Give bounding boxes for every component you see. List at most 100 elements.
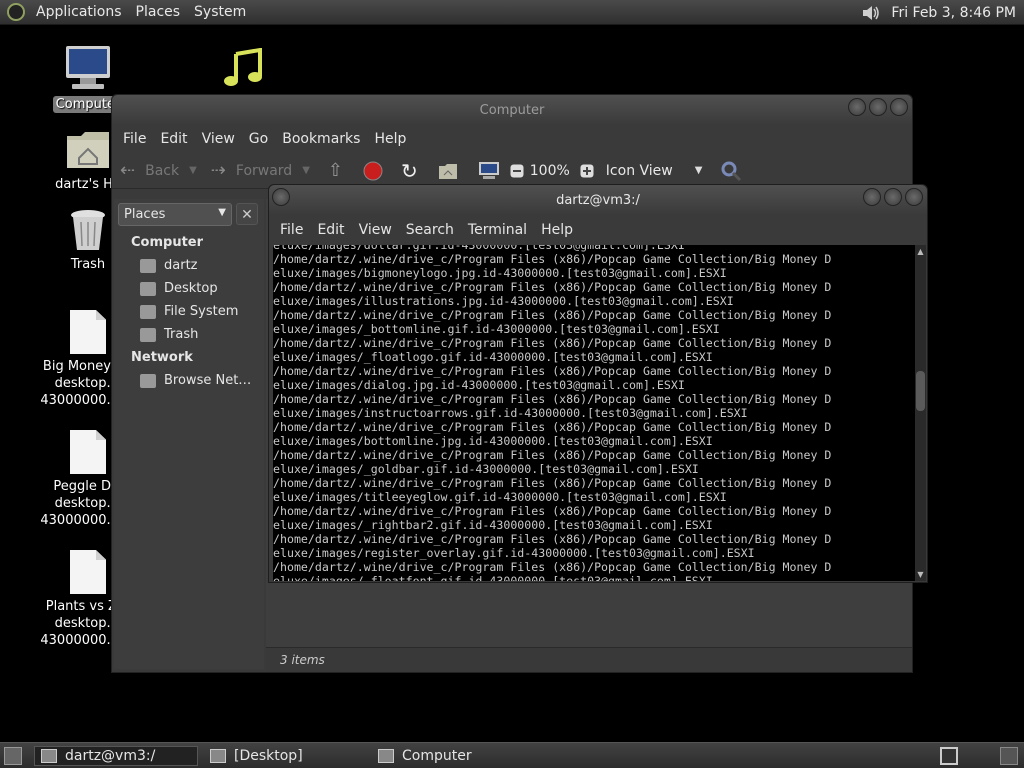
terminal-line: eluxe/images/_floatfont.gif.id-43000000.… [273,574,713,581]
desktop-icon [210,749,226,763]
view-mode-select[interactable]: Icon View ▼ [606,163,703,179]
task-terminal[interactable]: dartz@vm3:/ [34,746,198,766]
trash-applet-icon[interactable] [1000,747,1018,765]
forward-button[interactable]: ⇢ Forward ▼ [211,160,310,181]
terminal-line: /home/dartz/.wine/drive_c/Program Files … [273,392,832,406]
zoom-in-button[interactable] [580,164,594,178]
sidebar-item-browse-network[interactable]: Browse Net… [140,373,251,388]
trash-icon [140,327,156,342]
window-menu-button[interactable] [272,188,290,206]
chevron-down-icon[interactable]: ▼ [302,165,310,176]
terminal-line: eluxe/images/register_overlay.gif.id-430… [273,546,755,560]
window-title: dartz@vm3:/ [556,192,640,208]
music-note-icon[interactable] [222,48,266,90]
back-button[interactable]: ⇠ Back ▼ [120,160,197,181]
zoom-out-button[interactable] [510,164,524,178]
close-button[interactable] [890,98,908,116]
terminal-line: /home/dartz/.wine/drive_c/Program Files … [273,308,832,322]
clock[interactable]: Fri Feb 3, 8:46 PM [891,5,1020,21]
drive-icon [140,304,156,319]
search-button[interactable] [720,160,742,182]
chevron-down-icon[interactable]: ▼ [189,165,197,176]
show-desktop-icon[interactable] [4,747,22,765]
menu-file[interactable]: File [273,222,310,238]
terminal-line: /home/dartz/.wine/drive_c/Program Files … [273,504,832,518]
menu-bookmarks[interactable]: Bookmarks [275,131,367,147]
sidebar-item-label: Desktop [164,281,218,296]
file-manager-menubar: File Edit View Go Bookmarks Help [112,125,912,153]
sidebar-item-dartz[interactable]: dartz [140,258,197,273]
menu-view[interactable]: View [195,131,242,147]
minimize-button[interactable] [863,188,881,206]
menu-terminal[interactable]: Terminal [461,222,534,238]
terminal-line: eluxe/images/bigmoneylogo.jpg.id-4300000… [273,266,727,280]
places-sidebar: Places ▼ ✕ Computer dartz Desktop File S… [114,199,264,669]
scrollbar-thumb[interactable] [916,371,925,411]
terminal-lines: eluxe/images/dollar.gif.id-43000000.[tes… [273,245,915,581]
volume-icon[interactable] [861,4,881,22]
close-button[interactable] [905,188,923,206]
up-arrow-icon: ⇧ [327,160,343,181]
terminal-titlebar[interactable]: dartz@vm3:/ [269,185,927,215]
home-button[interactable] [438,162,458,180]
workspace-switcher-icon[interactable] [940,747,958,765]
chevron-down-icon: ▼ [694,165,703,176]
document-icon [70,310,106,354]
menu-help[interactable]: Help [534,222,580,238]
panel-right: Fri Feb 3, 8:46 PM [861,0,1020,25]
terminal-line: eluxe/images/illustrations.jpg.id-430000… [273,294,734,308]
stop-button[interactable] [363,161,383,181]
menu-file[interactable]: File [116,131,153,147]
task-desktop[interactable]: [Desktop] [204,746,368,766]
sidebar-item-label: File System [164,304,239,319]
terminal-line: /home/dartz/.wine/drive_c/Program Files … [273,336,832,350]
close-sidebar-button[interactable]: ✕ [236,203,258,225]
document-icon [70,430,106,474]
terminal-line: eluxe/images/titleeyeglow.gif.id-4300000… [273,490,727,504]
home-icon [438,163,457,179]
terminal-icon [41,749,57,763]
back-arrow-icon: ⇠ [120,160,136,181]
sidebar-item-trash[interactable]: Trash [140,327,198,342]
task-computer[interactable]: Computer [372,746,542,766]
applications-menu[interactable]: Applications [29,4,129,20]
menu-edit[interactable]: Edit [310,222,351,238]
view-mode-label: Icon View [605,162,673,179]
desktop-folder-icon [140,281,156,296]
terminal-line: /home/dartz/.wine/drive_c/Program Files … [273,448,832,462]
menu-go[interactable]: Go [242,131,275,147]
stop-icon [363,161,383,180]
menu-view[interactable]: View [352,222,399,238]
scroll-up-icon[interactable]: ▲ [915,247,926,256]
places-menu[interactable]: Places [129,4,188,20]
forward-arrow-icon: ⇢ [210,160,226,181]
terminal-line: eluxe/images/bottomline.jpg.id-43000000.… [273,434,713,448]
file-manager-titlebar[interactable]: Computer [112,95,912,125]
chevron-down-icon: ▼ [218,207,226,218]
terminal-line: /home/dartz/.wine/drive_c/Program Files … [273,280,832,294]
maximize-button[interactable] [869,98,887,116]
maximize-button[interactable] [884,188,902,206]
desktop-icon-label: Trash [70,257,106,272]
zoom-in-icon [580,164,594,177]
scroll-down-icon[interactable]: ▼ [915,570,926,579]
system-menu[interactable]: System [187,4,253,20]
sidebar-header-computer: Computer [131,235,204,250]
terminal-output[interactable]: eluxe/images/dollar.gif.id-43000000.[tes… [273,245,915,581]
menu-help[interactable]: Help [367,131,413,147]
computer-button[interactable] [478,161,500,181]
minimize-button[interactable] [848,98,866,116]
menu-edit[interactable]: Edit [153,131,194,147]
sidebar-header-network: Network [131,350,193,365]
menu-search[interactable]: Search [399,222,461,238]
sidebar-item-desktop[interactable]: Desktop [140,281,218,296]
zoom-level[interactable]: 100% [530,163,570,179]
places-selector[interactable]: Places ▼ [118,203,232,226]
task-label: dartz@vm3:/ [65,748,156,764]
reload-button[interactable]: ↻ [401,159,428,183]
gnome-foot-icon[interactable] [7,3,25,21]
terminal-scrollbar[interactable]: ▲ ▼ [915,245,926,581]
up-button[interactable]: ⇧ [328,160,353,181]
sidebar-item-file-system[interactable]: File System [140,304,238,319]
search-icon [721,161,742,181]
